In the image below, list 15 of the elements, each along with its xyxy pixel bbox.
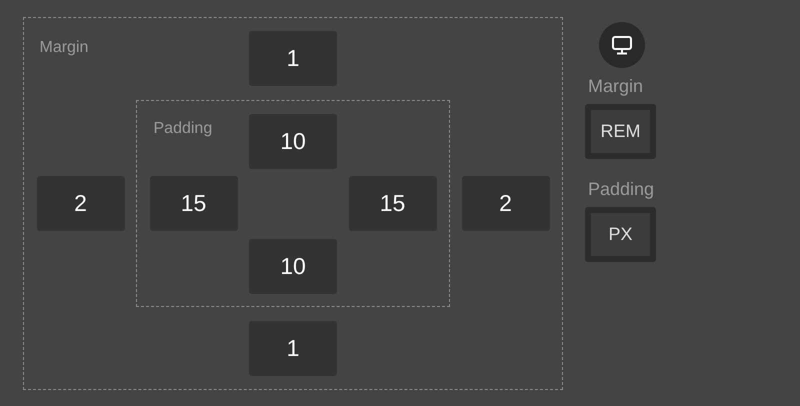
padding-right-field[interactable]: 15 [348,176,436,231]
margin-top-field[interactable]: 1 [249,31,337,86]
margin-left-field[interactable]: 2 [36,176,124,231]
unit-button[interactable]: PX [585,207,656,262]
margin-bottom-field[interactable]: 1 [249,321,337,376]
padding-bottom-field[interactable]: 10 [249,238,337,294]
padding-left-field[interactable]: 15 [150,176,238,231]
unit-button[interactable]: REM [585,104,656,159]
padding-label: Padding [154,120,212,138]
desktop-icon[interactable] [599,22,645,68]
margin-label: Margin [40,39,88,57]
unit-label: Padding [588,179,654,200]
padding-top-field[interactable]: 10 [249,114,337,168]
unit-label: Margin [588,76,644,97]
margin-right-field[interactable]: 2 [462,176,550,231]
